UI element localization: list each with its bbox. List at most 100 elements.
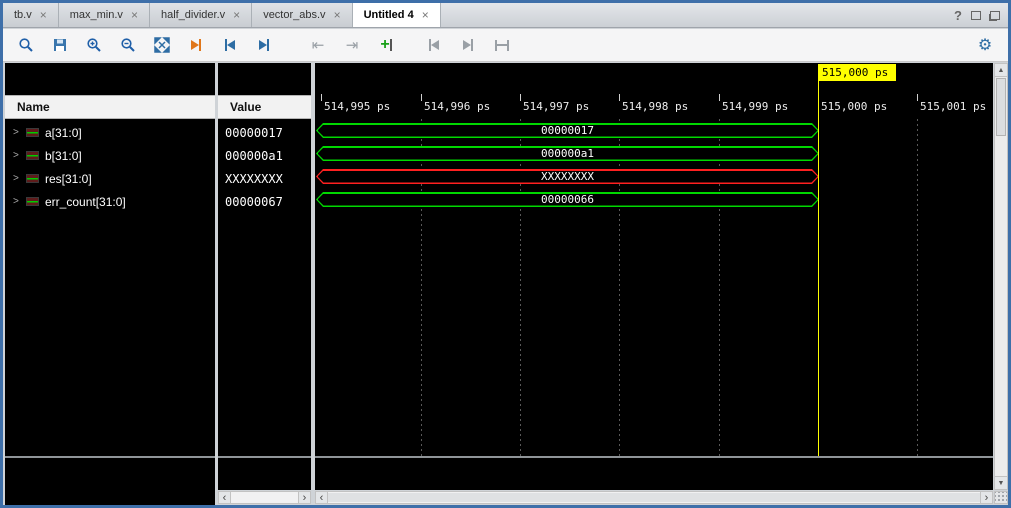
bus-value-label: XXXXXXXX — [316, 169, 819, 184]
time-cursor-line[interactable] — [818, 81, 819, 456]
wave-row-a: 00000017 — [315, 119, 993, 142]
save-icon[interactable] — [47, 33, 73, 57]
bottom-scroll-area: ‹ › ‹ › — [3, 490, 1008, 505]
close-icon[interactable]: × — [233, 8, 240, 22]
signal-value: 00000017 — [218, 121, 311, 144]
close-icon[interactable]: × — [334, 8, 341, 22]
close-icon[interactable]: × — [131, 8, 138, 22]
expander-icon[interactable]: > — [13, 127, 24, 138]
tick-label: 514,997 ps — [523, 100, 589, 113]
bus-signal-icon — [26, 197, 39, 206]
expander-icon[interactable]: > — [13, 150, 24, 161]
tab-label: Untitled 4 — [364, 9, 414, 21]
tick-mark — [619, 94, 620, 101]
zoom-fit-icon[interactable] — [149, 33, 175, 57]
tab-tb-v[interactable]: tb.v × — [3, 3, 59, 27]
signal-name: b[31:0] — [45, 149, 82, 163]
expander-icon[interactable]: > — [13, 196, 24, 207]
scroll-up-icon[interactable]: ▲ — [995, 64, 1007, 77]
search-icon[interactable] — [13, 33, 39, 57]
wave-workspace: Name > a[31:0] > b[31:0] > res[31:0] — [3, 63, 1008, 490]
bus-signal-icon — [26, 151, 39, 160]
maximize-window-icon[interactable] — [990, 11, 1000, 20]
bus-waveform: 00000066 — [316, 192, 819, 207]
tab-max-min-v[interactable]: max_min.v × — [59, 3, 150, 27]
previous-transition-icon[interactable]: ⇤ — [305, 33, 331, 57]
wave-rows: 00000017 000000a1 XXXXXXXX — [315, 119, 993, 211]
zoom-in-icon[interactable] — [81, 33, 107, 57]
signal-name-panel: Name > a[31:0] > b[31:0] > res[31:0] — [5, 63, 215, 490]
signal-row-err-count[interactable]: > err_count[31:0] — [5, 190, 215, 213]
signal-name: res[31:0] — [45, 172, 92, 186]
value-wave-splitter[interactable] — [311, 63, 314, 490]
tab-half-divider-v[interactable]: half_divider.v × — [150, 3, 252, 27]
add-marker-icon[interactable]: + — [373, 33, 399, 57]
pane-divider — [5, 456, 215, 458]
tab-vector-abs-v[interactable]: vector_abs.v × — [252, 3, 352, 27]
signal-value: 000000a1 — [218, 144, 311, 167]
time-ruler[interactable]: 514,995 ps 514,996 ps 514,997 ps 514,998… — [315, 93, 993, 119]
bus-signal-icon — [26, 174, 39, 183]
signal-row-b[interactable]: > b[31:0] — [5, 144, 215, 167]
tick-mark — [520, 94, 521, 101]
signal-name-rows: > a[31:0] > b[31:0] > res[31:0] > — [5, 121, 215, 213]
close-icon[interactable]: × — [422, 8, 429, 22]
signal-row-res[interactable]: > res[31:0] — [5, 167, 215, 190]
go-to-start-icon[interactable] — [217, 33, 243, 57]
tick-label: 514,998 ps — [622, 100, 688, 113]
wave-horizontal-scrollbar[interactable]: ‹ › — [315, 491, 993, 504]
tab-label: vector_abs.v — [263, 9, 325, 21]
signal-name: err_count[31:0] — [45, 195, 126, 209]
value-column-header: Value — [218, 95, 311, 119]
resize-grip[interactable] — [994, 491, 1008, 504]
snap-to-transition-icon[interactable] — [489, 33, 515, 57]
scroll-right-icon[interactable]: › — [298, 492, 310, 503]
signal-row-a[interactable]: > a[31:0] — [5, 121, 215, 144]
signal-value: XXXXXXXX — [218, 167, 311, 190]
cursor-time-label[interactable]: 515,000 ps — [818, 64, 896, 81]
next-transition-icon[interactable]: ⇥ — [339, 33, 365, 57]
name-panel-footer — [5, 490, 215, 505]
pane-divider — [218, 456, 311, 458]
tick-mark — [917, 94, 918, 101]
scroll-left-icon[interactable]: ‹ — [219, 492, 231, 503]
expander-icon[interactable]: > — [13, 173, 24, 184]
tick-label: 514,999 ps — [722, 100, 788, 113]
wave-row-res: XXXXXXXX — [315, 165, 993, 188]
close-icon[interactable]: × — [40, 8, 47, 22]
go-to-end-icon[interactable] — [251, 33, 277, 57]
bus-value-label: 000000a1 — [316, 146, 819, 161]
zoom-to-cursor-icon[interactable] — [183, 33, 209, 57]
tab-bar: tb.v × max_min.v × half_divider.v × vect… — [3, 3, 1008, 28]
wave-row-b: 000000a1 — [315, 142, 993, 165]
signal-value-panel: Value 00000017 000000a1 XXXXXXXX 0000006… — [218, 63, 311, 490]
waveform-canvas[interactable]: 515,000 ps 514,995 ps 514,996 ps 514,997… — [315, 63, 993, 490]
tab-label: tb.v — [14, 9, 32, 21]
bus-waveform: XXXXXXXX — [316, 169, 819, 184]
waveform-window: tb.v × max_min.v × half_divider.v × vect… — [0, 0, 1011, 508]
marker-previous-icon[interactable] — [421, 33, 447, 57]
scroll-down-icon[interactable]: ▼ — [995, 476, 1007, 489]
help-icon[interactable]: ? — [954, 8, 962, 23]
vertical-scrollbar[interactable]: ▲ ▼ — [994, 63, 1008, 490]
float-window-icon[interactable] — [971, 11, 981, 20]
zoom-out-icon[interactable] — [115, 33, 141, 57]
value-horizontal-scrollbar[interactable]: ‹ › — [218, 491, 311, 504]
bus-signal-icon — [26, 128, 39, 137]
tick-label: 514,995 ps — [324, 100, 390, 113]
scroll-left-icon[interactable]: ‹ — [316, 492, 328, 503]
tab-untitled-4[interactable]: Untitled 4 × — [353, 3, 441, 27]
bus-value-label: 00000066 — [316, 192, 819, 207]
bus-value-label: 00000017 — [316, 123, 819, 138]
signal-value: 00000067 — [218, 190, 311, 213]
wave-row-err-count: 00000066 — [315, 188, 993, 211]
cursor-label-strip: 515,000 ps — [315, 63, 993, 93]
settings-gear-icon[interactable]: ⚙ — [972, 33, 998, 57]
vertical-scroll-thumb[interactable] — [996, 78, 1006, 136]
wave-scroll-thumb[interactable] — [328, 493, 980, 502]
tick-label: 515,000 ps — [821, 100, 887, 113]
tab-label: max_min.v — [70, 9, 123, 21]
marker-next-icon[interactable] — [455, 33, 481, 57]
scroll-right-icon[interactable]: › — [980, 492, 992, 503]
bus-waveform: 000000a1 — [316, 146, 819, 161]
